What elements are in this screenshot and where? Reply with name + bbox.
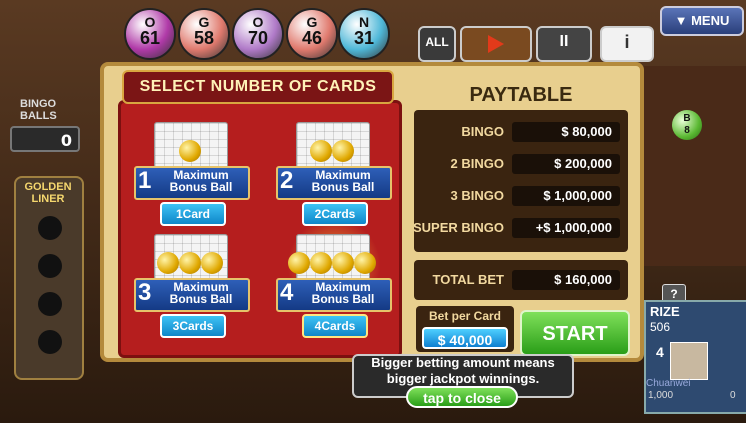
- golden-liner-label: GOLDEN LINER: [24, 181, 72, 205]
- bonus-ball-icon: [179, 140, 201, 162]
- liner-slot: [38, 254, 62, 278]
- bingo-balls-label: BINGO BALLS: [20, 98, 57, 122]
- total-bet-label: TOTAL BET: [432, 272, 505, 287]
- prize-label: RIZE: [650, 304, 680, 319]
- play-icon: [488, 35, 504, 53]
- paytable-label: BINGO: [461, 124, 504, 139]
- select-cards-title: SELECT NUMBER OF CARDS: [122, 70, 394, 104]
- bonus-ball-icon: [179, 252, 201, 274]
- bonus-ball-icon: [157, 252, 179, 274]
- paytable-value: $ 80,000: [512, 122, 620, 142]
- liner-slot: [38, 330, 62, 354]
- card-count-number: 2: [280, 167, 294, 194]
- golden-liner-panel: [14, 176, 84, 380]
- liner-slot: [38, 292, 62, 316]
- card-option-4[interactable]: 4 Maximum Bonus Ball 4Cards: [272, 224, 392, 340]
- bonus-ball-icon: [332, 252, 354, 274]
- all-balls-button[interactable]: ALL: [418, 26, 456, 62]
- info-button[interactable]: i: [600, 26, 654, 62]
- paytable-value: $ 1,000,000: [512, 186, 620, 206]
- card-count-number: 1: [138, 167, 152, 194]
- called-ball: O 70: [232, 8, 284, 60]
- ball-number: 46: [301, 28, 323, 48]
- paytable-row: SUPER BINGO +$ 1,000,000: [412, 218, 628, 238]
- bonus-ball-icon: [310, 140, 332, 162]
- called-ball: G 58: [178, 8, 230, 60]
- card-select-button[interactable]: 2Cards: [302, 202, 368, 226]
- card-option-3[interactable]: 3 Maximum Bonus Ball 3Cards: [130, 232, 250, 340]
- total-bet-value: $ 160,000: [512, 270, 620, 290]
- card-select-button[interactable]: 4Cards: [302, 314, 368, 338]
- tooltip-line-2: bigger jackpot winnings.: [386, 371, 540, 386]
- called-ball: N 31: [338, 8, 390, 60]
- pause-button[interactable]: II: [536, 26, 592, 62]
- bonus-ball-icon: [354, 252, 376, 274]
- player-name: Chuanwei: [646, 378, 691, 389]
- side-ball-letter: B: [683, 113, 691, 124]
- called-ball: G 46: [286, 8, 338, 60]
- total-bet-row: TOTAL BET $ 160,000: [414, 260, 628, 300]
- paytable-title: PAYTABLE: [469, 84, 573, 106]
- start-button[interactable]: START: [520, 310, 630, 356]
- prize-panel: RIZE 506 4 Chuanwei 1,000 0: [644, 300, 746, 414]
- card-count-number: 4: [280, 279, 294, 306]
- paytable-value: +$ 1,000,000: [512, 218, 620, 238]
- card-select-button[interactable]: 1Card: [160, 202, 226, 226]
- bonus-ball-text: Maximum Bonus Ball: [169, 168, 233, 194]
- ball-number: 61: [139, 28, 161, 48]
- called-ball: O 61: [124, 8, 176, 60]
- paytable-label: 2 BINGO: [450, 156, 504, 171]
- bonus-ball-icon: [201, 252, 223, 274]
- side-ball: B 8: [672, 110, 702, 140]
- bonus-ball-icon: [332, 140, 354, 162]
- prize-value: 506: [650, 320, 671, 334]
- play-button[interactable]: [460, 26, 532, 62]
- card-select-button[interactable]: 3Cards: [160, 314, 226, 338]
- bonus-ball-text: Maximum Bonus Ball: [311, 168, 375, 194]
- paytable-value: $ 200,000: [512, 154, 620, 174]
- bonus-ball-icon: [310, 252, 332, 274]
- tooltip-text: Bigger betting amount means bigger jackp…: [352, 355, 574, 387]
- bonus-ball-text: Maximum Bonus Ball: [311, 280, 375, 306]
- paytable-row: 2 BINGO $ 200,000: [414, 154, 628, 174]
- bingo-balls-counter: 0: [10, 126, 80, 152]
- menu-button[interactable]: ▼ MENU: [660, 6, 744, 36]
- bonus-ball-text: Maximum Bonus Ball: [169, 280, 233, 306]
- bet-per-card-label: Bet per Card: [428, 309, 502, 323]
- ball-number: 31: [353, 28, 375, 48]
- liner-slot: [38, 216, 62, 240]
- player-score: 1,000: [648, 390, 674, 401]
- zero-value: 0: [730, 390, 736, 401]
- paytable-row: 3 BINGO $ 1,000,000: [414, 186, 628, 206]
- card-count-number: 3: [138, 279, 152, 306]
- card-option-1[interactable]: 1 Maximum Bonus Ball 1Card: [130, 120, 250, 228]
- card-option-2[interactable]: 2 Maximum Bonus Ball 2Cards: [272, 120, 392, 228]
- player-avatar[interactable]: [670, 342, 708, 380]
- tooltip-line-1: Bigger betting amount means: [371, 355, 555, 370]
- paytable-label: 3 BINGO: [450, 188, 504, 203]
- right-side-panel: B 8: [644, 66, 746, 266]
- tap-to-close-button[interactable]: tap to close: [406, 386, 518, 408]
- ball-number: 58: [193, 28, 215, 48]
- paytable-label: SUPER BINGO: [412, 220, 504, 235]
- player-rank: 4: [656, 344, 664, 360]
- paytable: BINGO $ 80,000 2 BINGO $ 200,000 3 BINGO $ 1,…: [412, 110, 628, 252]
- ball-number: 70: [247, 28, 269, 48]
- bonus-ball-icon: [288, 252, 310, 274]
- paytable-row: BINGO $ 80,000: [414, 122, 628, 142]
- bet-per-card-value[interactable]: $ 40,000: [422, 327, 508, 349]
- side-ball-number: 8: [684, 125, 690, 136]
